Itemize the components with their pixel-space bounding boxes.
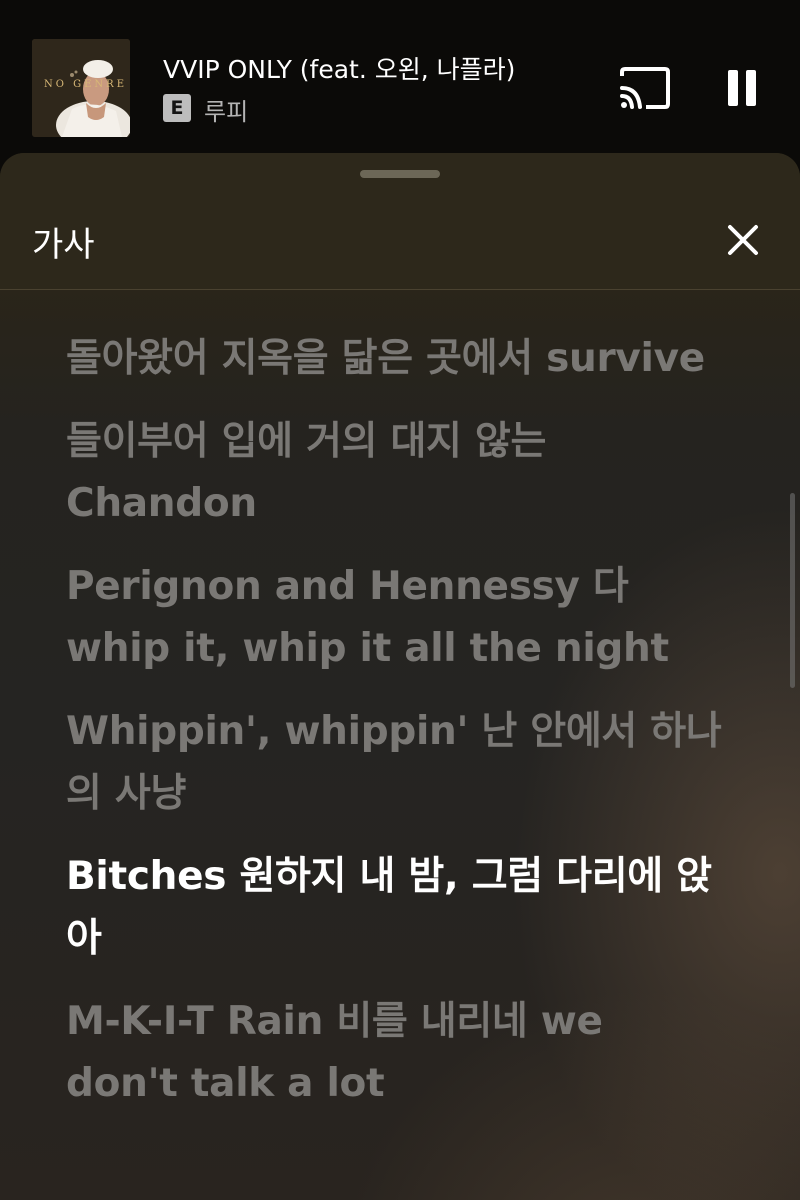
artist-name[interactable]: 루피 xyxy=(204,92,248,127)
close-button[interactable] xyxy=(722,219,764,261)
lyrics-sheet-header: 가사 xyxy=(0,153,800,290)
screen: NO GENRE VVIP ONLY (feat. 오왼, 나플라) E 루피 … xyxy=(0,0,800,1200)
lyric-line[interactable]: Perignon and Hennessy 다 whip it, whip it… xyxy=(66,556,726,680)
lyrics-list[interactable]: 돌아왔어 지옥을 닮은 곳에서 survive 들이부어 입에 거의 대지 않는… xyxy=(66,328,726,1136)
cast-button[interactable] xyxy=(618,66,672,110)
lyric-line[interactable]: Whippin', whippin' 난 안에서 하나의 사냥 xyxy=(66,701,726,825)
pause-icon-right-bar xyxy=(746,70,756,106)
mini-player[interactable]: NO GENRE VVIP ONLY (feat. 오왼, 나플라) E 루피 xyxy=(0,0,800,150)
explicit-badge: E xyxy=(163,94,191,122)
album-art[interactable]: NO GENRE xyxy=(32,39,130,137)
lyric-line[interactable]: 들이부어 입에 거의 대지 않는 Chandon xyxy=(66,411,726,535)
lyric-line[interactable]: 돌아왔어 지옥을 닮은 곳에서 survive xyxy=(66,328,726,390)
song-title[interactable]: VVIP ONLY (feat. 오왼, 나플라) xyxy=(163,50,515,86)
scrollbar[interactable] xyxy=(790,493,795,688)
lyrics-sheet[interactable]: 가사 돌아왔어 지옥을 닮은 곳에서 survive 들이부어 입에 거의 대지… xyxy=(0,153,800,1200)
lyrics-title: 가사 xyxy=(32,225,95,265)
lyric-line-active[interactable]: Bitches 원하지 내 밤, 그럼 다리에 앉아 xyxy=(66,846,726,970)
cast-icon xyxy=(620,67,670,109)
pause-icon-left-bar xyxy=(728,70,738,106)
pause-button[interactable] xyxy=(724,68,760,108)
album-art-text: NO GENRE xyxy=(44,79,127,90)
close-icon xyxy=(728,225,758,255)
drag-handle[interactable] xyxy=(360,170,440,178)
lyric-line[interactable]: M-K-I-T Rain 비를 내리네 we don't talk a lot xyxy=(66,991,726,1115)
